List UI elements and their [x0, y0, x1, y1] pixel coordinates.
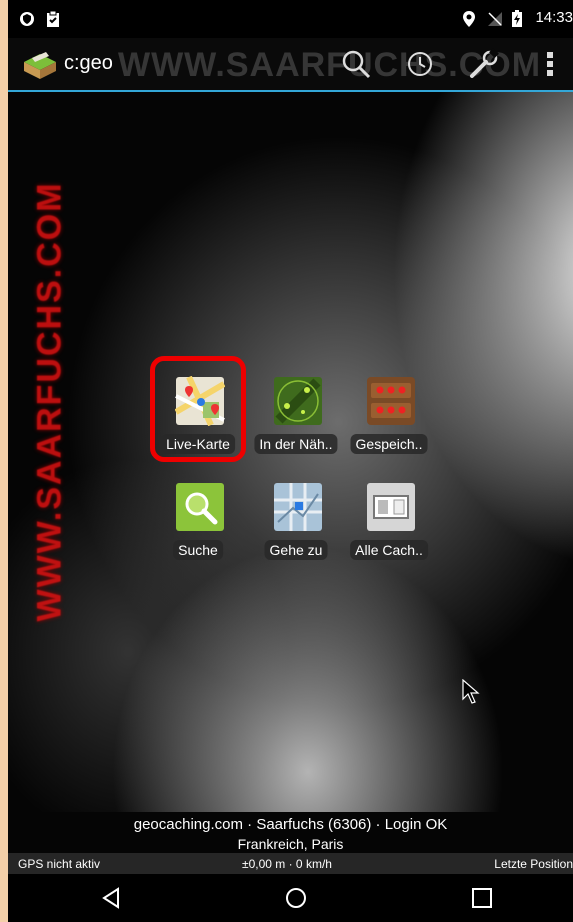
- login-status: geocaching.com · Saarfuchs (6306) · Logi…: [133, 816, 448, 833]
- tile-label: Alle Cach..: [350, 540, 428, 560]
- home-icon[interactable]: [282, 886, 310, 910]
- location-icon: [463, 11, 475, 27]
- clipboard-icon: [47, 10, 59, 27]
- tile-label: Gehe zu: [264, 540, 328, 560]
- tile-goto[interactable]: Gehe zu: [251, 482, 341, 572]
- tile-stored[interactable]: Gespeich..: [344, 376, 434, 466]
- all-caches-icon: [367, 483, 415, 531]
- location-text: Frankreich, Paris: [237, 836, 344, 852]
- navigation-bar: [8, 874, 573, 922]
- side-watermark: WWW.SAARFUCHS.COM: [30, 181, 69, 622]
- recents-icon[interactable]: [468, 886, 496, 910]
- mouse-pointer-icon: [462, 679, 480, 704]
- last-position: Letzte Position: [494, 857, 573, 871]
- tile-all-caches[interactable]: Alle Cach..: [344, 482, 434, 572]
- stored-caches-icon: [367, 377, 415, 425]
- shield-icon: [20, 12, 34, 26]
- no-signal-icon: [488, 12, 502, 26]
- tile-label: In der Näh..: [254, 434, 338, 454]
- status-time: 14:33: [535, 9, 573, 26]
- home-dashboard: WWW.SAARFUCHS.COM Live-Karte In der Näh.…: [8, 92, 573, 812]
- device-screen: 14:33 c:geo WWW.SAARFUCHS.COM WWW.SAARFU…: [8, 0, 573, 922]
- gps-status-bar: GPS nicht aktiv ±0,00 m · 0 km/h Letzte …: [8, 853, 573, 874]
- status-bar: 14:33: [8, 0, 573, 38]
- tile-search[interactable]: Suche: [153, 482, 243, 572]
- back-icon[interactable]: [98, 886, 126, 910]
- app-logo-icon[interactable]: [22, 48, 58, 80]
- radar-nearby-icon: [274, 377, 322, 425]
- settings-wrench-icon[interactable]: [468, 48, 500, 80]
- app-title: c:geo: [64, 52, 113, 74]
- search-magnifier-icon: [176, 483, 224, 531]
- battery-charging-icon: [512, 10, 522, 27]
- gps-status: GPS nicht aktiv: [18, 857, 101, 871]
- search-icon[interactable]: [340, 48, 372, 80]
- go-to-map-icon: [274, 483, 322, 531]
- tile-label: Suche: [173, 540, 223, 560]
- tile-label: Gespeich..: [350, 434, 428, 454]
- highlight-box: [150, 356, 246, 462]
- overflow-menu-icon[interactable]: [540, 48, 560, 80]
- action-bar: c:geo WWW.SAARFUCHS.COM: [8, 38, 573, 92]
- gps-accuracy: ±0,00 m · 0 km/h: [242, 857, 332, 871]
- tile-nearby[interactable]: In der Näh..: [251, 376, 341, 466]
- history-icon[interactable]: [404, 48, 436, 80]
